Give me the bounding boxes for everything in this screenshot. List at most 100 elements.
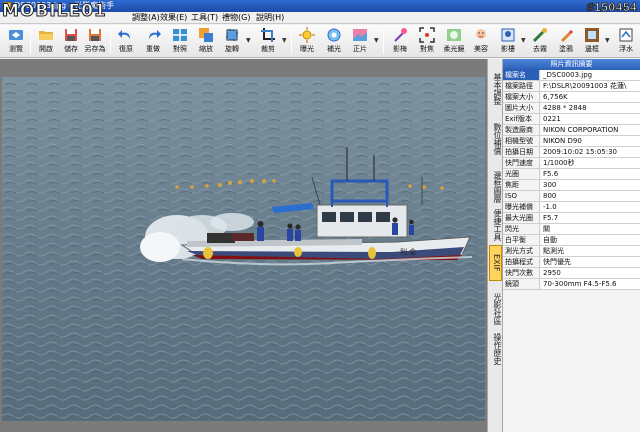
exif-row[interactable]: ISO 800: [503, 191, 640, 202]
frame-button[interactable]: 邊框: [578, 26, 606, 57]
beauty-button[interactable]: 美容: [467, 26, 495, 57]
exif-value: NIKON D90: [541, 136, 640, 146]
fill-light-label: 補光: [327, 45, 341, 53]
studio-button[interactable]: 影樓: [494, 26, 522, 57]
exif-value: 關: [541, 224, 640, 234]
watermark-button[interactable]: 浮水: [612, 26, 640, 57]
beauty-label: 美容: [474, 45, 488, 53]
rotate-button[interactable]: 旋轉: [218, 26, 246, 57]
tab-exif[interactable]: EXIF: [489, 245, 502, 281]
fill-light-button[interactable]: 補光: [320, 26, 348, 57]
crop-dropdown-icon[interactable]: ▼: [282, 37, 288, 45]
rotate-dropdown-icon[interactable]: ▼: [246, 37, 252, 45]
menu-bar: 調整(A) 效果(E) 工具(T) 禮物(G) 說明(H): [0, 12, 640, 24]
studio-icon: [501, 28, 515, 42]
menu-effects[interactable]: 效果(E): [160, 12, 187, 24]
exif-row[interactable]: 快門速度 1/1000秒: [503, 158, 640, 169]
watermark-label: 浮水: [619, 45, 633, 53]
tab-basic-adjust[interactable]: 基本調整: [489, 67, 502, 111]
tab-frame-layers[interactable]: 邊框圖層: [489, 165, 502, 209]
compare-icon: [173, 29, 187, 41]
menu-gifts[interactable]: 禮物(G): [222, 12, 250, 24]
exif-header: 照片資訊摘要: [503, 59, 640, 70]
menu-tools[interactable]: 工具(T): [191, 12, 218, 24]
dehaze-label: 去霧: [533, 45, 547, 53]
menu-adjust[interactable]: 調整(A): [132, 12, 160, 24]
exif-key: 光圈: [503, 169, 540, 179]
boat-photo: 利 金: [2, 77, 485, 421]
exposure-icon: [299, 27, 315, 43]
tab-digital-compensation[interactable]: 數位補償: [489, 117, 502, 161]
tab-history[interactable]: 操作歷史: [489, 327, 502, 371]
watermark-id: #150454: [586, 1, 637, 16]
exif-value: _DSC0003.jpg: [541, 70, 640, 80]
exif-key: 曝光補償: [503, 202, 540, 212]
browse-icon: [9, 30, 23, 40]
exif-value: 2009:10:02 15:05:30: [541, 147, 640, 157]
exif-key: 相機型號: [503, 136, 540, 146]
exif-key: Exif版本: [503, 114, 540, 124]
exif-value: 2950: [541, 268, 640, 278]
side-tab-strip: 基本調整 數位補償 邊框圖層 便捷工具 EXIF 光影社區 操作歷史: [487, 59, 503, 432]
exif-row[interactable]: 鏡頭 70-300mm F4.5-F5.6: [503, 279, 640, 290]
exif-key: 檔案路徑: [503, 81, 540, 91]
open-button[interactable]: 開啟: [32, 26, 60, 57]
film-dropdown-icon[interactable]: ▼: [374, 37, 380, 45]
zoom-button[interactable]: 縮放: [192, 26, 220, 57]
exif-value: 1/1000秒: [541, 158, 640, 168]
app-icon: [3, 2, 11, 10]
exif-key: 快門次數: [503, 268, 540, 278]
exif-row[interactable]: 相機型號 NIKON D90: [503, 136, 640, 147]
redo-button[interactable]: 重做: [139, 26, 167, 57]
doodle-button[interactable]: 塗鴉: [552, 26, 580, 57]
exif-row[interactable]: 快門次數 2950: [503, 268, 640, 279]
exif-row[interactable]: 光圈 F5.6: [503, 169, 640, 180]
exif-row[interactable]: 測光方式 點測光: [503, 246, 640, 257]
exif-row[interactable]: Exif版本 0221: [503, 114, 640, 125]
rotate-label: 旋轉: [225, 45, 239, 53]
exif-key: 圖片大小: [503, 103, 540, 113]
tab-quick-tools[interactable]: 便捷工具: [489, 205, 502, 245]
focus-button[interactable]: 對焦: [413, 26, 441, 57]
exif-row[interactable]: 拍攝程式 快門優先: [503, 257, 640, 268]
browse-button[interactable]: 瀏覽: [2, 26, 30, 57]
positive-film-button[interactable]: 正片: [346, 26, 374, 57]
exif-row[interactable]: 製造廠商 NIKON CORPORATION: [503, 125, 640, 136]
crop-label: 裁剪: [261, 45, 275, 53]
save-as-icon: [89, 29, 101, 41]
positive-film-label: 正片: [353, 45, 367, 53]
exif-key: 拍攝程式: [503, 257, 540, 267]
dehaze-icon: [532, 28, 547, 43]
compare-button[interactable]: 對照: [166, 26, 194, 57]
exif-row[interactable]: 最大光圈 F5.7: [503, 213, 640, 224]
exif-row[interactable]: 曝光補償 -1.0: [503, 202, 640, 213]
frame-dropdown-icon[interactable]: ▼: [605, 37, 611, 45]
save-as-button[interactable]: 另存為: [81, 26, 109, 57]
exif-row[interactable]: 檔案路徑 F:\DSLR\20091003 花蓮\: [503, 81, 640, 92]
exif-value: 6,756K: [541, 92, 640, 102]
exif-key: 閃光: [503, 224, 540, 234]
exif-row[interactable]: 閃光關: [503, 224, 640, 235]
exif-row[interactable]: 檔案大小 6,756K: [503, 92, 640, 103]
exif-row[interactable]: 焦距 300: [503, 180, 640, 191]
undo-button[interactable]: 復原: [112, 26, 140, 57]
image-canvas[interactable]: 利 金: [0, 59, 487, 432]
focus-label: 對焦: [420, 45, 434, 53]
menu-help[interactable]: 說明(H): [256, 12, 284, 24]
exif-value: NIKON CORPORATION: [541, 125, 640, 135]
open-label: 開啟: [39, 45, 53, 53]
exposure-button[interactable]: 曝光: [293, 26, 321, 57]
soft-filter-button[interactable]: 柔光鏡: [440, 26, 468, 57]
exif-row[interactable]: 圖片大小 4288 * 2848: [503, 103, 640, 114]
exif-row[interactable]: 拍攝日期 2009:10:02 15:05:30: [503, 147, 640, 158]
exif-row[interactable]: 白平衡 自動: [503, 235, 640, 246]
save-icon: [65, 29, 77, 41]
exif-value: F:\DSLR\20091003 花蓮\: [541, 81, 640, 91]
magic-wand-button[interactable]: 影梅: [386, 26, 414, 57]
dehaze-button[interactable]: 去霧: [526, 26, 554, 57]
exif-value: 4288 * 2848: [541, 103, 640, 113]
crop-button[interactable]: 裁剪: [254, 26, 282, 57]
exif-row[interactable]: 檔案名 _DSC0003.jpg: [503, 70, 640, 81]
magic-wand-label: 影梅: [393, 45, 407, 53]
tab-community[interactable]: 光影社區: [489, 287, 502, 331]
